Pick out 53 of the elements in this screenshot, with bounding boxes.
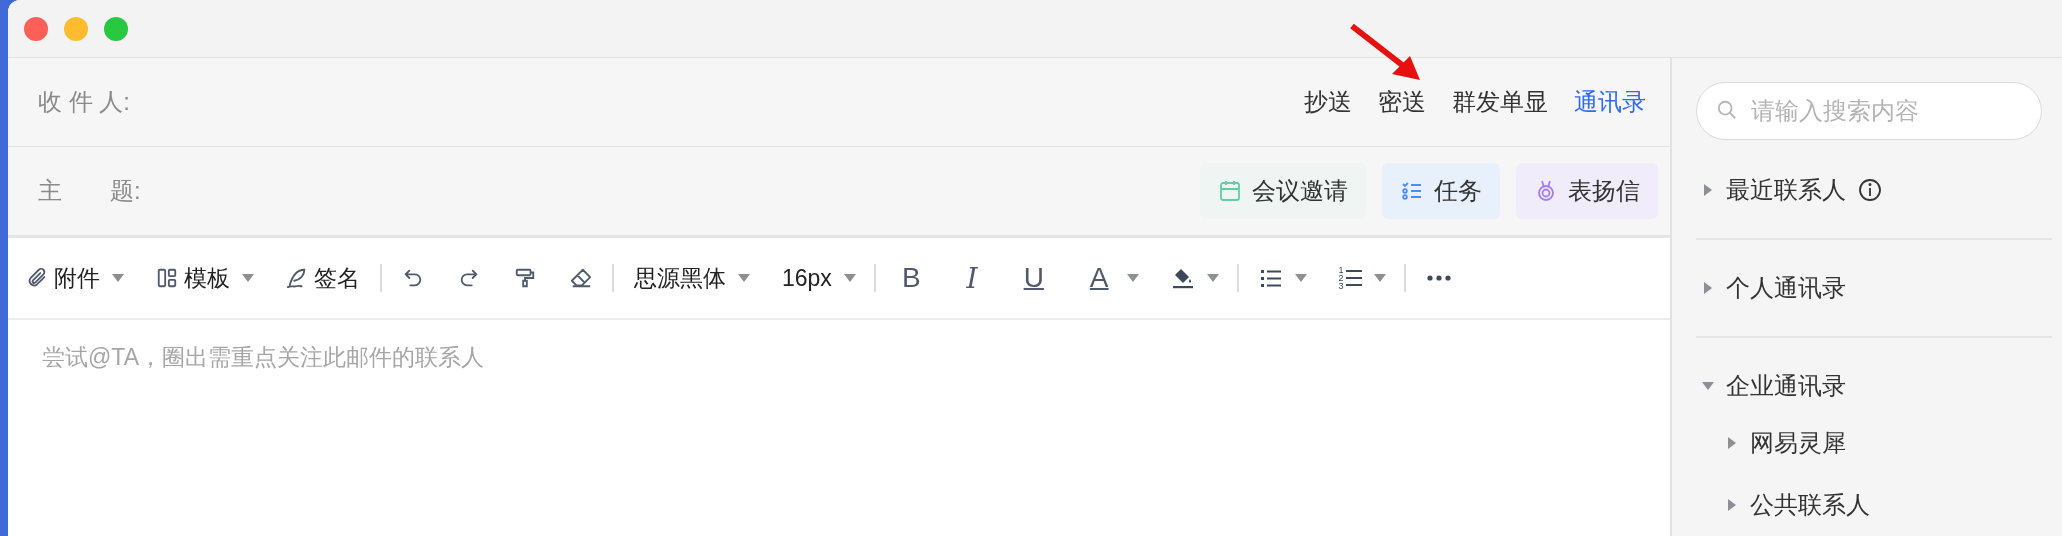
caret-icon[interactable] xyxy=(1294,274,1307,282)
recipient-action-link[interactable]: 通讯录 xyxy=(1574,86,1646,118)
disclosure-triangle-icon[interactable] xyxy=(1726,437,1738,449)
contact-group-item[interactable]: 公共联系人 xyxy=(1750,489,1870,521)
recipient-label: 收 件 人: xyxy=(38,87,130,117)
template-chip[interactable]: 表扬信 xyxy=(1516,163,1658,219)
caret-icon[interactable] xyxy=(1373,274,1386,282)
bold-button[interactable]: B xyxy=(893,258,929,298)
checklist-icon xyxy=(1400,179,1424,203)
redo-icon xyxy=(458,267,480,289)
disclosure-triangle-icon[interactable] xyxy=(1702,184,1714,196)
subject-label: 主 题: xyxy=(38,176,141,206)
caret-icon[interactable] xyxy=(1206,274,1219,282)
undo-icon xyxy=(402,267,424,289)
pen-icon xyxy=(286,267,308,289)
layout-icon xyxy=(156,267,178,289)
caret-icon[interactable] xyxy=(843,274,856,282)
caret-icon[interactable] xyxy=(112,274,124,282)
recipient-action-link[interactable]: 密送 xyxy=(1378,86,1426,118)
editor-placeholder: 尝试@TA，圈出需重点关注此邮件的联系人 xyxy=(42,344,485,370)
disclosure-triangle-icon[interactable] xyxy=(1702,282,1714,294)
zoom-button[interactable] xyxy=(104,16,128,41)
attach-button[interactable]: 附件 xyxy=(24,258,102,298)
contact-group-item[interactable]: 个人通讯录 xyxy=(1726,272,1846,304)
search-field[interactable]: 请输入搜索内容 xyxy=(1696,82,2042,140)
caret-icon[interactable] xyxy=(1126,274,1139,282)
underline-button[interactable]: U xyxy=(1015,258,1052,298)
contact-group-item[interactable]: 最近联系人 xyxy=(1726,174,1846,206)
color-button[interactable]: A xyxy=(1081,258,1117,298)
recipient-action-link[interactable]: 群发单显 xyxy=(1452,86,1548,118)
search-icon xyxy=(1716,99,1738,121)
template-button[interactable]: 模板 xyxy=(154,258,232,298)
paint-bucket-icon xyxy=(1170,266,1195,290)
signature-button[interactable]: 签名 xyxy=(284,258,362,298)
paperclip-icon xyxy=(26,267,48,289)
template-chip[interactable]: 会议邀请 xyxy=(1200,163,1366,219)
template-chip[interactable]: 任务 xyxy=(1382,163,1500,219)
caret-icon[interactable] xyxy=(738,274,750,282)
close-button[interactable] xyxy=(24,16,48,41)
size-button[interactable]: 16px xyxy=(780,260,834,296)
contact-group-item[interactable]: 网易灵犀 xyxy=(1750,427,1846,459)
font-button[interactable]: 思源黑体 xyxy=(632,258,728,298)
italic-button[interactable]: I xyxy=(958,257,986,299)
calendar-icon xyxy=(1218,179,1242,203)
recipient-action-link[interactable]: 抄送 xyxy=(1304,86,1352,118)
contact-group-item[interactable]: 企业通讯录 xyxy=(1726,370,1846,402)
more-icon xyxy=(1425,274,1452,282)
disclosure-triangle-icon[interactable] xyxy=(1702,380,1714,392)
paint-roller-icon xyxy=(514,267,536,289)
disclosure-triangle-icon[interactable] xyxy=(1726,499,1738,511)
eraser-icon xyxy=(570,267,592,289)
caret-icon[interactable] xyxy=(242,274,254,282)
info-icon[interactable] xyxy=(1858,178,1882,202)
